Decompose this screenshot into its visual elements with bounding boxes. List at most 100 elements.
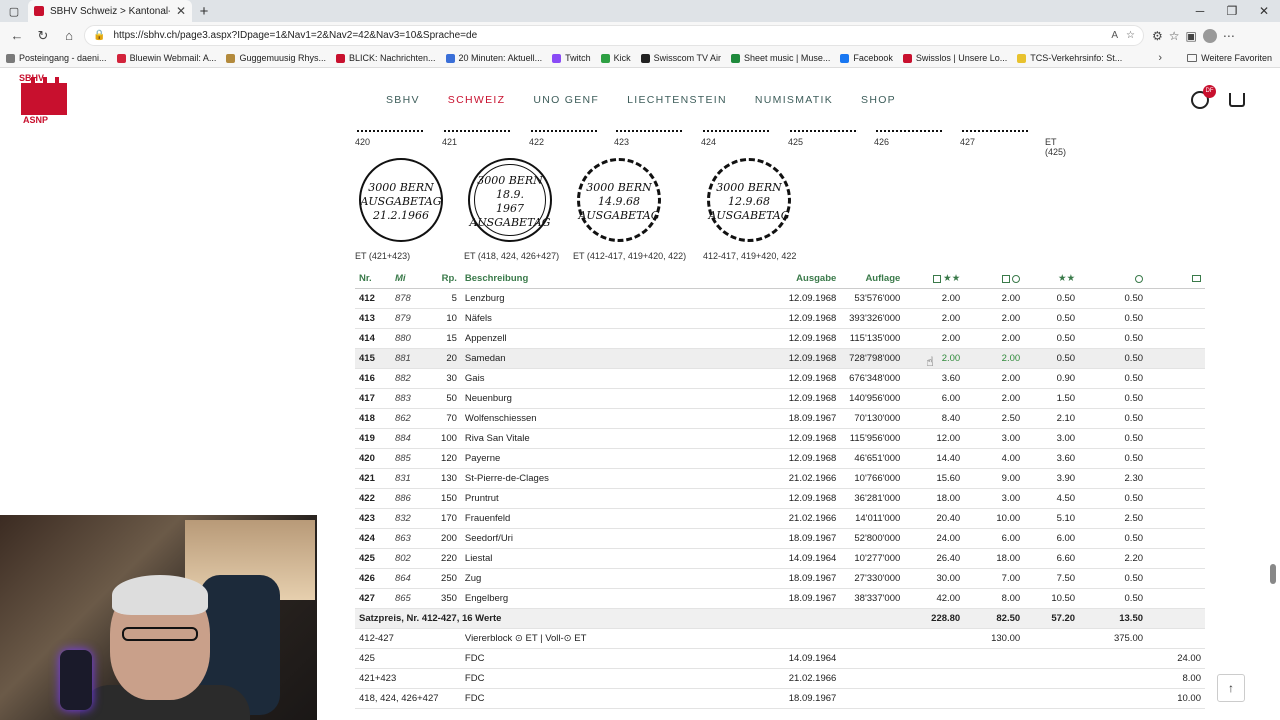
- cell-rp: 10: [430, 308, 461, 329]
- table-row[interactable]: 419 884 100 Riva San Vitale 12.09.1968 115'95…: [355, 428, 1205, 449]
- lock-icon[interactable]: 🔒: [93, 30, 105, 41]
- summary-value: 13.50: [1079, 608, 1148, 629]
- extra-row[interactable]: 418, 424, 426+427 FDC 18.09.1967 10.00: [355, 688, 1205, 709]
- bookmark-label: Facebook: [853, 53, 893, 63]
- nav-item-shop[interactable]: SHOP: [861, 94, 896, 106]
- bookmarks-overflow-icon[interactable]: ›: [1158, 52, 1162, 64]
- cell-ausgabe: 18.09.1967: [760, 568, 841, 589]
- cell-used: 0.50: [1079, 288, 1148, 309]
- nav-item-sbhv[interactable]: SBHV: [386, 94, 420, 106]
- bookmark-label: 20 Minuten: Aktuell...: [458, 53, 543, 63]
- bookmark-item[interactable]: BLICK: Nachrichten...: [335, 53, 436, 63]
- favorites-icon[interactable]: ☆: [1169, 29, 1180, 43]
- cell-block-mint: 3.60: [904, 368, 965, 389]
- bookmark-item[interactable]: Twitch: [552, 53, 591, 63]
- extra-block-used: [964, 648, 1025, 669]
- table-row[interactable]: 423 832 170 Frauenfeld 21.02.1966 14'011'000 2…: [355, 508, 1205, 529]
- minimize-icon[interactable]: ─: [1184, 0, 1216, 22]
- cell-auflage: 38'337'000: [840, 588, 905, 609]
- extra-cover: 24.00: [1147, 648, 1205, 669]
- profile-avatar[interactable]: [1202, 28, 1217, 43]
- read-aloud-icon[interactable]: A: [1111, 30, 1118, 41]
- cell-mint: 3.00: [1024, 428, 1080, 449]
- cancellation-text: AUSGABETAG: [708, 209, 790, 222]
- table-row[interactable]: 414 880 15 Appenzell 12.09.1968 115'135'000 2.…: [355, 328, 1205, 349]
- back-icon[interactable]: ←: [6, 28, 28, 43]
- cell-block-mint: 12.00: [904, 428, 965, 449]
- close-tab-icon[interactable]: ✕: [176, 4, 186, 18]
- close-window-icon[interactable]: ✕: [1248, 0, 1280, 22]
- cell-used: 0.50: [1079, 588, 1148, 609]
- nav-item-uno-genf[interactable]: UNO GENF: [533, 94, 599, 106]
- url-field[interactable]: 🔒 https://sbhv.ch/page3.aspx?IDpage=1&Na…: [84, 25, 1144, 46]
- microphone: [60, 650, 92, 710]
- bookmark-item[interactable]: Sheet music | Muse...: [730, 53, 830, 63]
- table-row[interactable]: 416 882 30 Gais 12.09.1968 676'348'000 3.60 2.0…: [355, 368, 1205, 389]
- cell-mint: 0.90: [1024, 368, 1080, 389]
- bookmark-item[interactable]: Swisslos | Unsere Lo...: [902, 53, 1007, 63]
- table-row[interactable]: 425 802 220 Liestal 14.09.1964 10'277'000 26.4…: [355, 548, 1205, 569]
- bookmark-item[interactable]: Swisscom TV Air: [640, 53, 721, 63]
- cell-nr: 422: [355, 488, 391, 509]
- cell-mi: 879: [390, 308, 431, 329]
- cell-block-used: 2.00: [964, 288, 1025, 309]
- cell-block-mint: 6.00: [904, 388, 965, 409]
- other-favorites[interactable]: Weitere Favoriten: [1187, 53, 1272, 63]
- table-row[interactable]: 415 881 20 Samedan 12.09.1968 728'798'000 2.00…: [355, 348, 1205, 369]
- cancellation-label: ET (421+423): [355, 251, 411, 261]
- col-block-mint: ★★: [904, 270, 965, 289]
- page-scrollbar[interactable]: [1270, 564, 1276, 584]
- bookmark-item[interactable]: Bluewin Webmail: A...: [116, 53, 216, 63]
- extra-row[interactable]: 412-427 Viererblock ⊙ ET | Voll-⊙ ET 130.0…: [355, 628, 1205, 649]
- bookmark-item[interactable]: TCS-Verkehrsinfo: St...: [1017, 53, 1122, 63]
- table-row[interactable]: 421 831 130 St-Pierre-de-Clages 21.02.1966 10…: [355, 468, 1205, 489]
- extra-row[interactable]: 425 FDC 14.09.1964 24.00: [355, 648, 1205, 669]
- sbhv-logo[interactable]: SBHV ASNP: [19, 73, 71, 127]
- table-row[interactable]: 413 879 10 Näfels 12.09.1968 393'326'000 2.00 2…: [355, 308, 1205, 329]
- cell-block-used: 3.00: [964, 428, 1025, 449]
- cancelled-icon: [1012, 274, 1021, 283]
- bookmark-label: Guggemuusig Rhys...: [239, 53, 326, 63]
- collections-icon[interactable]: ▣: [1186, 29, 1197, 43]
- home-icon[interactable]: ⌂: [58, 28, 80, 43]
- table-row[interactable]: 422 886 150 Pruntrut 12.09.1968 36'281'000 18.…: [355, 488, 1205, 509]
- browser-tab[interactable]: SBHV Schweiz > Kantonal- und F... ✕: [28, 0, 192, 22]
- table-row[interactable]: 424 863 200 Seedorf/Uri 18.09.1967 52'800'000…: [355, 528, 1205, 549]
- cancellation-text: 3000 BERN: [477, 174, 543, 187]
- extra-row[interactable]: 421+423 FDC 21.02.1966 8.00: [355, 668, 1205, 689]
- cell-rp: 200: [430, 528, 461, 549]
- shopping-cart-icon[interactable]: [1229, 93, 1245, 107]
- bookmark-item[interactable]: Facebook: [840, 53, 893, 63]
- extra-date: 14.09.1964: [760, 648, 841, 669]
- cell-used: 0.50: [1079, 368, 1148, 389]
- extensions-icon[interactable]: ⚙: [1152, 29, 1163, 43]
- table-row[interactable]: 418 862 70 Wolfenschiessen 18.09.1967 70'130'…: [355, 408, 1205, 429]
- scroll-to-top-button[interactable]: ↑: [1217, 674, 1245, 702]
- nav-item-schweiz[interactable]: SCHWEIZ: [448, 94, 506, 106]
- bookmark-item[interactable]: 20 Minuten: Aktuell...: [445, 53, 543, 63]
- table-row[interactable]: 412 878 5 Lenzburg 12.09.1968 53'576'000 2.00 2…: [355, 288, 1205, 309]
- bookmark-item[interactable]: Kick: [600, 53, 631, 63]
- favorite-star-icon[interactable]: ☆: [1126, 30, 1135, 41]
- table-row[interactable]: 427 865 350 Engelberg 18.09.1967 38'337'000 42…: [355, 588, 1205, 609]
- bookmark-item[interactable]: Guggemuusig Rhys...: [226, 53, 326, 63]
- bookmark-item[interactable]: Posteingang - daeni...: [6, 53, 107, 63]
- cell-mi: 884: [390, 428, 431, 449]
- new-tab-icon[interactable]: +: [192, 3, 216, 20]
- cell-cover: [1147, 348, 1205, 369]
- more-menu-icon[interactable]: ⋯: [1223, 29, 1235, 43]
- cell-beschreibung: Näfels: [460, 308, 761, 329]
- reload-icon[interactable]: ↻: [32, 28, 54, 44]
- tab-actions-icon[interactable]: ▢: [0, 5, 28, 18]
- nav-item-liechtenstein[interactable]: LIECHTENSTEIN: [627, 94, 727, 106]
- cell-mi: 886: [390, 488, 431, 509]
- table-row[interactable]: 426 864 250 Zug 18.09.1967 27'330'000 30.00 7.0…: [355, 568, 1205, 589]
- nav-item-numismatik[interactable]: NUMISMATIK: [755, 94, 833, 106]
- cell-block-mint: 15.60: [904, 468, 965, 489]
- stamp-image: [788, 130, 858, 132]
- cell-auflage: 70'130'000: [840, 408, 905, 429]
- cell-mi: 862: [390, 408, 431, 429]
- maximize-icon[interactable]: ❐: [1216, 0, 1248, 22]
- table-row[interactable]: 420 885 120 Payerne 12.09.1968 46'651'000 14.4…: [355, 448, 1205, 469]
- table-row[interactable]: 417 883 50 Neuenburg 12.09.1968 140'956'000 6.…: [355, 388, 1205, 409]
